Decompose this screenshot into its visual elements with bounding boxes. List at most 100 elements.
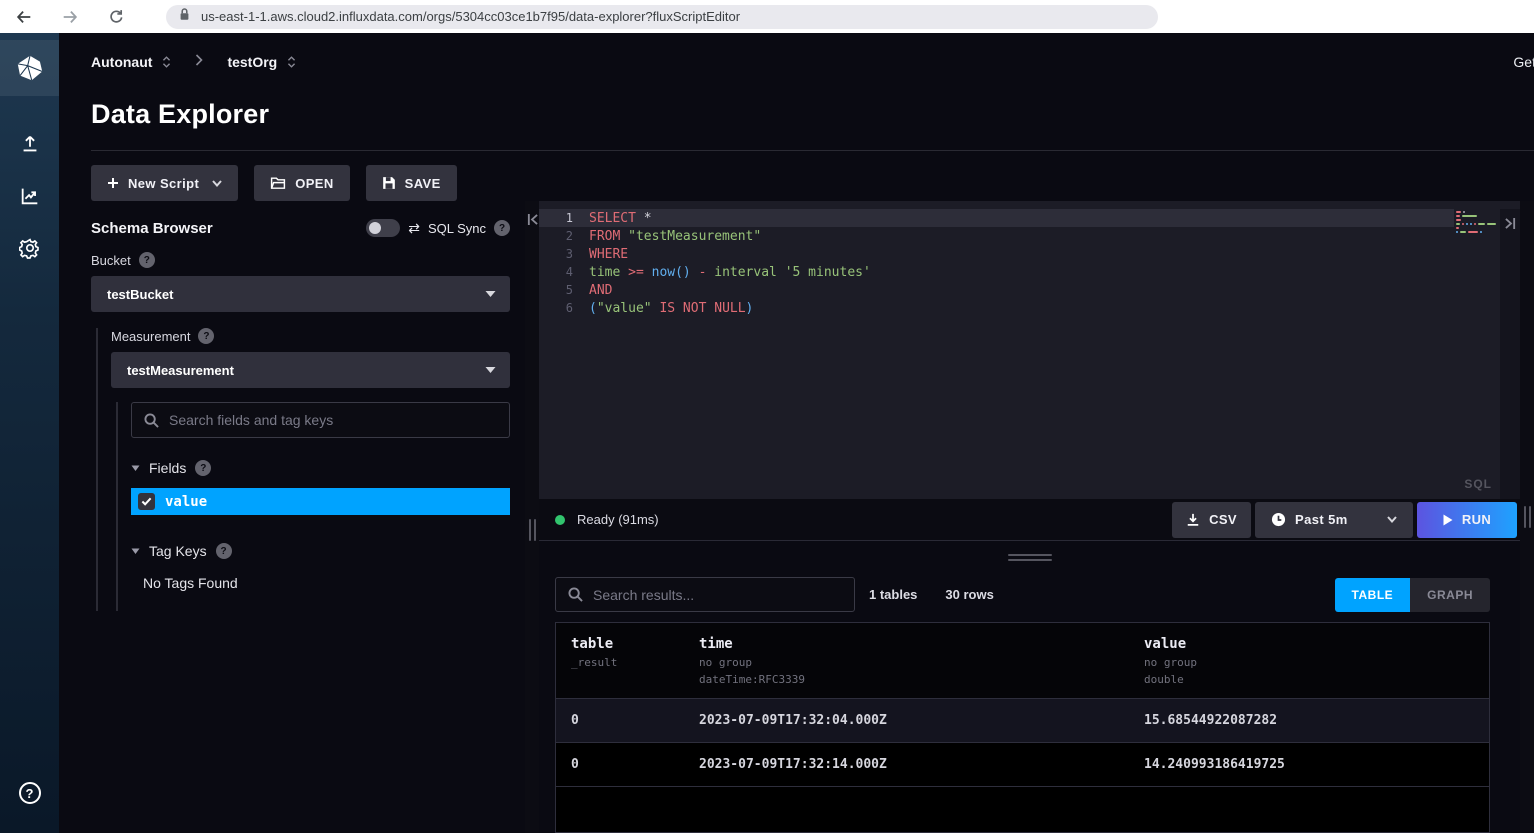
sync-arrows-icon: ⇄: [408, 220, 420, 237]
fields-section-header[interactable]: Fields ?: [131, 460, 510, 476]
schema-search[interactable]: [131, 402, 510, 438]
results-splitter[interactable]: [539, 541, 1520, 573]
tab-table[interactable]: TABLE: [1335, 578, 1411, 612]
table-cell: 0: [556, 757, 699, 772]
workspace-switcher[interactable]: testOrg: [227, 54, 277, 70]
tag-keys-help-icon[interactable]: ?: [216, 543, 232, 559]
rows-count: 30 rows: [945, 587, 993, 602]
left-sidebar: ?: [0, 33, 59, 833]
code-line[interactable]: 1SELECT *: [539, 209, 1454, 227]
settings-gear-icon[interactable]: [0, 222, 59, 274]
editor-minimap[interactable]: [1454, 209, 1500, 499]
vertical-drag-handle[interactable]: [1524, 506, 1531, 528]
table-column-header: valueno groupdouble: [1144, 636, 1489, 686]
new-script-button[interactable]: New Script: [91, 165, 238, 201]
results-table: table_resulttimeno groupdateTime:RFC3339…: [555, 622, 1490, 833]
influxdb-logo[interactable]: [0, 40, 59, 96]
url-bar[interactable]: [166, 5, 1158, 29]
left-panel-splitter[interactable]: [525, 201, 539, 833]
org-switcher[interactable]: Autonaut: [91, 54, 152, 70]
collapse-right-icon[interactable]: [1505, 217, 1516, 499]
table-cell: 15.68544922087282: [1144, 713, 1489, 728]
schema-browser-title: Schema Browser: [91, 220, 213, 237]
page-title: Data Explorer: [91, 99, 1534, 130]
upload-icon[interactable]: [0, 118, 59, 170]
table-column-header: timeno groupdateTime:RFC3339: [699, 636, 1144, 686]
org-sorter-icon[interactable]: [162, 55, 171, 69]
code-line[interactable]: 3WHERE: [539, 245, 1454, 263]
csv-download-button[interactable]: CSV: [1172, 502, 1251, 538]
status-text: Ready (91ms): [577, 512, 659, 527]
breadcrumb-separator-icon: [195, 53, 203, 71]
code-line[interactable]: 4time >= now() - interval '5 minutes': [539, 263, 1454, 281]
table-header: table_resulttimeno groupdateTime:RFC3339…: [556, 623, 1489, 699]
measurement-help-icon[interactable]: ?: [198, 328, 214, 344]
code-lines: 1SELECT *2FROM "testMeasurement"3WHERE4t…: [539, 209, 1454, 499]
bucket-help-icon[interactable]: ?: [139, 252, 155, 268]
data-explorer-icon[interactable]: [0, 170, 59, 222]
save-disk-icon: [382, 176, 396, 190]
language-badge: SQL: [1464, 477, 1492, 491]
right-panel-splitter[interactable]: [1520, 201, 1534, 833]
caret-down-icon: [131, 548, 140, 555]
workspace-sorter-icon[interactable]: [287, 55, 296, 69]
horizontal-drag-handle[interactable]: [1008, 554, 1052, 561]
lock-icon: [178, 7, 191, 27]
code-line[interactable]: 5AND: [539, 281, 1454, 299]
table-cell: 2023-07-09T17:32:04.000Z: [699, 713, 1144, 728]
sql-sync-help-icon[interactable]: ?: [494, 220, 510, 236]
search-icon: [144, 413, 159, 428]
results-search-input[interactable]: [593, 587, 842, 603]
field-list: value: [131, 488, 510, 515]
chevron-down-icon: [1387, 516, 1397, 523]
table-column-header: table_result: [556, 636, 699, 686]
time-range-dropdown[interactable]: Past 5m: [1255, 502, 1413, 538]
field-item[interactable]: value: [131, 488, 510, 515]
results-search[interactable]: [555, 577, 855, 612]
bucket-dropdown[interactable]: testBucket: [91, 276, 510, 312]
get-credit-link[interactable]: Get: [1513, 54, 1534, 70]
sql-editor[interactable]: 1SELECT *2FROM "testMeasurement"3WHERE4t…: [539, 201, 1520, 499]
help-icon[interactable]: ?: [0, 767, 59, 819]
vertical-drag-handle[interactable]: [529, 519, 536, 541]
page-header: Data Explorer: [91, 91, 1534, 151]
field-checkbox[interactable]: [138, 493, 155, 510]
refresh-icon[interactable]: [106, 7, 126, 27]
tag-keys-section-header[interactable]: Tag Keys ?: [131, 543, 510, 559]
caret-down-icon: [131, 465, 140, 472]
measurement-dropdown[interactable]: testMeasurement: [111, 352, 510, 388]
schema-search-input[interactable]: [169, 412, 497, 428]
save-button[interactable]: SAVE: [366, 165, 457, 201]
script-toolbar: New Script OPEN SAVE: [59, 151, 1534, 201]
tab-graph[interactable]: GRAPH: [1410, 578, 1490, 612]
table-cell: 14.240993186419725: [1144, 757, 1489, 772]
tables-count: 1 tables: [869, 587, 917, 602]
table-row[interactable]: 02023-07-09T17:32:04.000Z15.685449220872…: [556, 699, 1489, 743]
back-icon[interactable]: [14, 7, 34, 27]
breadcrumb: Autonaut testOrg Get: [59, 33, 1534, 91]
collapse-left-icon[interactable]: [527, 213, 538, 226]
url-input[interactable]: [201, 9, 1146, 24]
bucket-label: Bucket: [91, 253, 131, 268]
code-line[interactable]: 2FROM "testMeasurement": [539, 227, 1454, 245]
sql-sync-toggle[interactable]: [366, 219, 400, 237]
tag-keys-label: Tag Keys: [149, 543, 207, 559]
query-status-bar: Ready (91ms) CSV Past 5m: [539, 499, 1520, 541]
no-tags-text: No Tags Found: [131, 575, 510, 591]
table-row[interactable]: 02023-07-09T17:32:14.000Z14.240993186419…: [556, 743, 1489, 787]
clock-icon: [1271, 512, 1286, 527]
view-toggle: TABLE GRAPH: [1335, 578, 1490, 612]
editor-right-strip: [1500, 209, 1520, 499]
status-dot: [555, 515, 565, 525]
schema-browser-panel: Schema Browser ⇄ SQL Sync ? Bucket ? tes…: [59, 201, 525, 833]
open-button[interactable]: OPEN: [254, 165, 349, 201]
download-icon: [1186, 513, 1200, 527]
run-button[interactable]: RUN: [1417, 502, 1517, 538]
table-cell: 0: [556, 713, 699, 728]
results-panel: 1 tables 30 rows TABLE GRAPH table_resul…: [539, 573, 1520, 833]
fields-label: Fields: [149, 460, 186, 476]
fields-help-icon[interactable]: ?: [195, 460, 211, 476]
field-name: value: [165, 494, 207, 510]
code-line[interactable]: 6("value" IS NOT NULL): [539, 299, 1454, 317]
forward-icon[interactable]: [60, 7, 80, 27]
